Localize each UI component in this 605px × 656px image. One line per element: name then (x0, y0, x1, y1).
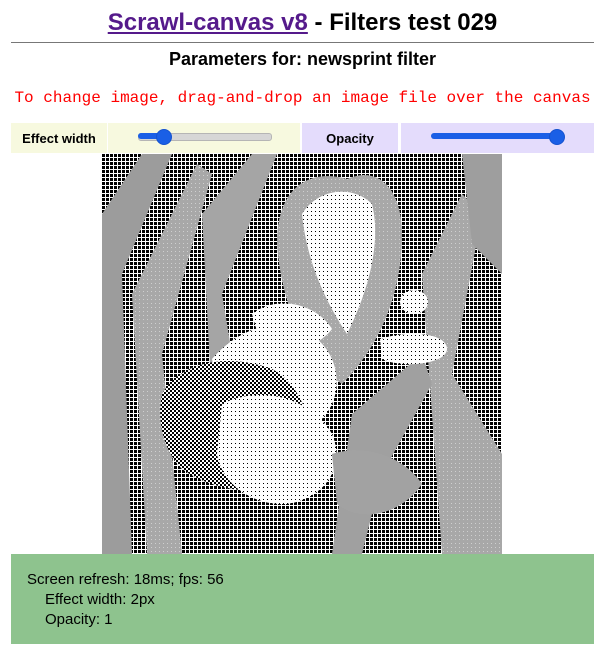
opacity-slider[interactable] (401, 123, 594, 153)
newsprint-iris-image (102, 154, 502, 554)
filtered-image-canvas[interactable] (102, 154, 502, 554)
page-title-suffix: - Filters test 029 (307, 9, 498, 36)
page-title: Scrawl-canvas v8 - Filters test 029 (0, 8, 605, 38)
opacity-label: Opacity (302, 123, 398, 153)
status-report-panel: Screen refresh: 18ms; fps: 56 Effect wid… (11, 554, 594, 644)
opacity-readout: Opacity: 1 (45, 611, 113, 628)
filter-subtitle: Parameters for: newsprint filter (168, 49, 437, 69)
opacity-track-fill (431, 133, 557, 139)
effect-width-slider[interactable] (108, 123, 300, 153)
drag-drop-instruction: To change image, drag-and-drop an image … (14, 89, 591, 107)
scrawl-canvas-link[interactable]: Scrawl-canvas v8 (108, 9, 308, 36)
filter-controls: Effect width Opacity (11, 123, 594, 153)
effect-width-slider-thumb[interactable] (156, 129, 173, 145)
screen-refresh-text: Screen refresh: 18ms; fps: 56 (27, 571, 224, 588)
header-divider (11, 42, 594, 43)
effect-width-readout: Effect width: 2px (45, 591, 155, 608)
effect-width-label: Effect width (11, 123, 107, 153)
opacity-slider-thumb[interactable] (549, 129, 565, 145)
